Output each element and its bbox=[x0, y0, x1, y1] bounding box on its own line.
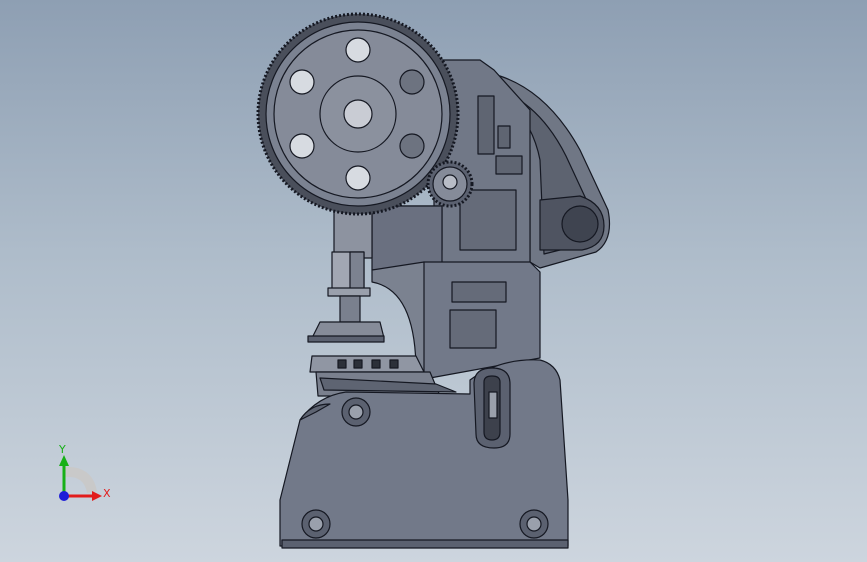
flywheel-hole-bottom bbox=[345, 165, 371, 191]
motor-pulley bbox=[561, 205, 599, 243]
base-bolt-left-top-inner bbox=[348, 404, 364, 420]
triad-y-label: Y bbox=[58, 443, 66, 456]
bed-slot-2 bbox=[353, 359, 363, 369]
frame-panel-1 bbox=[477, 95, 495, 155]
bed-slot-3 bbox=[371, 359, 381, 369]
ram-column bbox=[333, 209, 373, 259]
triad-x-arrowhead bbox=[92, 491, 102, 501]
triad-y-arrowhead bbox=[59, 455, 69, 466]
flywheel-hole-lower-right bbox=[399, 133, 425, 159]
base-bolt-bottom-right-inner bbox=[526, 516, 542, 532]
base-foot bbox=[281, 539, 569, 549]
frame-panel-7 bbox=[449, 309, 497, 349]
ram-lower-shade bbox=[349, 251, 365, 291]
pinion-hub bbox=[442, 174, 458, 190]
upper-die-plate bbox=[307, 335, 385, 343]
bolster-plate bbox=[309, 355, 425, 373]
coordinate-triad: Y X bbox=[58, 443, 111, 501]
punch-holder bbox=[327, 287, 371, 297]
base-bolt-bottom-left-inner bbox=[308, 516, 324, 532]
bed-slot-1 bbox=[337, 359, 347, 369]
frame-panel-6 bbox=[451, 281, 507, 303]
flywheel-hole-upper-left bbox=[289, 69, 315, 95]
bed-slot-4 bbox=[389, 359, 399, 369]
punch-stem bbox=[339, 295, 361, 323]
flywheel-hole-upper-right bbox=[399, 69, 425, 95]
triad-arc bbox=[63, 466, 97, 494]
triad-x-label: X bbox=[103, 487, 111, 500]
flywheel-hole-top bbox=[345, 37, 371, 63]
frame-panel-3 bbox=[495, 155, 523, 175]
lever-handle bbox=[488, 391, 498, 419]
punch-press-model bbox=[256, 12, 611, 549]
triad-z-axis bbox=[59, 491, 69, 501]
frame-panel-4 bbox=[459, 189, 517, 251]
graphics-viewport[interactable] bbox=[0, 0, 867, 562]
flywheel-hole-lower-left bbox=[289, 133, 315, 159]
flywheel-hub bbox=[343, 99, 373, 129]
frame-panel-2 bbox=[497, 125, 511, 149]
ram-guide bbox=[371, 205, 443, 271]
